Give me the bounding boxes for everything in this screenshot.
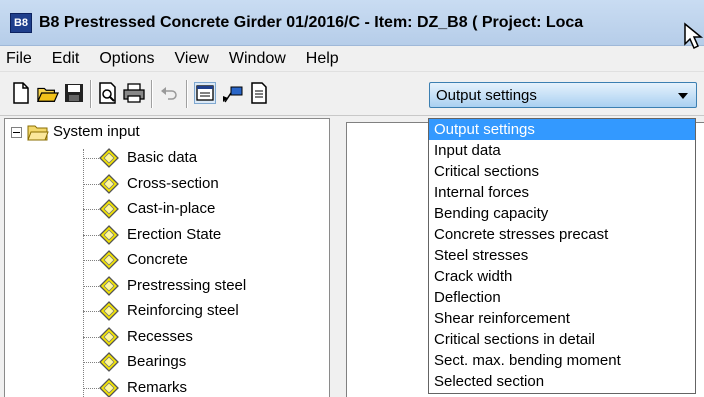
collapse-toggle-icon[interactable] <box>11 127 22 138</box>
folder-open-icon <box>27 125 49 141</box>
dropdown-option[interactable]: Shear reinforcement <box>429 308 695 329</box>
toolbar-separator <box>90 80 92 108</box>
tree-item-label[interactable]: Basic data <box>127 149 197 166</box>
dropdown-option[interactable]: Selected section <box>429 371 695 392</box>
input-item-diamond-icon <box>99 352 119 372</box>
menu-file[interactable]: File <box>0 46 42 72</box>
dropdown-option[interactable]: Concrete stresses precast <box>429 224 695 245</box>
open-folder-icon[interactable] <box>37 82 59 104</box>
menu-bar: File Edit Options View Window Help <box>0 46 704 72</box>
new-document-icon[interactable] <box>10 82 32 104</box>
tree-guide-line <box>83 183 99 185</box>
input-item-diamond-icon <box>99 275 119 296</box>
tree-guide-line <box>83 260 99 261</box>
tree-item-label[interactable]: Remarks <box>127 379 187 396</box>
input-item-diamond-icon <box>99 250 119 270</box>
mouse-cursor-icon <box>684 22 704 50</box>
input-item-diamond-icon <box>99 224 119 245</box>
input-item-diamond-icon <box>99 326 119 347</box>
input-item-diamond-icon <box>99 148 119 168</box>
tree-guide-line <box>83 311 99 312</box>
print-icon[interactable] <box>123 82 145 104</box>
toolbar-separator <box>186 80 188 108</box>
toolbar-separator <box>151 80 153 108</box>
menu-edit[interactable]: Edit <box>42 46 90 72</box>
app-icon[interactable]: B8 <box>10 12 32 33</box>
tree-item-label[interactable]: Recesses <box>127 328 193 345</box>
tree-guide-line <box>83 158 99 159</box>
tree-guide-line <box>83 234 99 236</box>
tree-guide-line <box>83 387 99 389</box>
combo-selected-value: Output settings <box>436 87 537 104</box>
input-item-diamond-icon <box>99 199 119 219</box>
dropdown-option[interactable]: Sect. max. bending moment <box>429 350 695 371</box>
tree-item-label[interactable]: Cast-in-place <box>127 200 215 217</box>
input-item-diamond-icon <box>99 173 119 194</box>
dropdown-option[interactable]: Internal forces <box>429 182 695 203</box>
dropdown-option[interactable]: Critical sections <box>429 161 695 182</box>
menu-view[interactable]: View <box>165 46 219 72</box>
tree-guide-line <box>83 336 99 338</box>
dropdown-option[interactable]: Crack width <box>429 266 695 287</box>
menu-window[interactable]: Window <box>219 46 296 72</box>
flag-icon[interactable] <box>222 82 244 104</box>
dropdown-option[interactable]: Input data <box>429 140 695 161</box>
tree-item-label[interactable]: Concrete <box>127 251 188 268</box>
dropdown-option[interactable]: Deflection <box>429 287 695 308</box>
tree-item-label[interactable]: Prestressing steel <box>127 277 246 294</box>
dropdown-option[interactable]: Critical sections in detail <box>429 329 695 350</box>
tree-item-label[interactable]: Cross-section <box>127 175 219 192</box>
menu-help[interactable]: Help <box>296 46 349 72</box>
tree-guide-line <box>83 362 99 363</box>
system-input-tree: System input Basic data Cross-section Cast… <box>4 118 330 397</box>
chevron-down-icon[interactable] <box>678 93 688 99</box>
tree-guide-line <box>83 285 99 287</box>
toolbar: Output settings <box>0 72 704 116</box>
output-settings-combo[interactable]: Output settings <box>429 82 697 108</box>
tree-guide-line <box>83 209 99 210</box>
dropdown-option[interactable]: Steel stresses <box>429 245 695 266</box>
print-preview-icon[interactable] <box>97 82 119 104</box>
tree-item-label[interactable]: Erection State <box>127 226 221 243</box>
title-bar: B8 B8 Prestressed Concrete Girder 01/201… <box>0 0 704 46</box>
output-window-icon[interactable] <box>194 82 216 104</box>
menu-options[interactable]: Options <box>89 46 164 72</box>
tree-root-label[interactable]: System input <box>53 123 140 140</box>
input-item-diamond-icon <box>99 301 119 321</box>
tree-item-label[interactable]: Reinforcing steel <box>127 302 239 319</box>
input-item-diamond-icon <box>99 377 119 397</box>
tree-guide-line <box>83 149 84 397</box>
output-settings-dropdown-list: Output settings Input data Critical sectio… <box>428 118 696 394</box>
document-icon[interactable] <box>248 82 270 104</box>
window-title: B8 Prestressed Concrete Girder 01/2016/C… <box>39 13 584 31</box>
save-icon[interactable] <box>63 82 85 104</box>
tree-item-label[interactable]: Bearings <box>127 353 186 370</box>
undo-icon[interactable] <box>158 82 180 104</box>
dropdown-option[interactable]: Output settings <box>429 119 695 140</box>
dropdown-option[interactable]: Bending capacity <box>429 203 695 224</box>
